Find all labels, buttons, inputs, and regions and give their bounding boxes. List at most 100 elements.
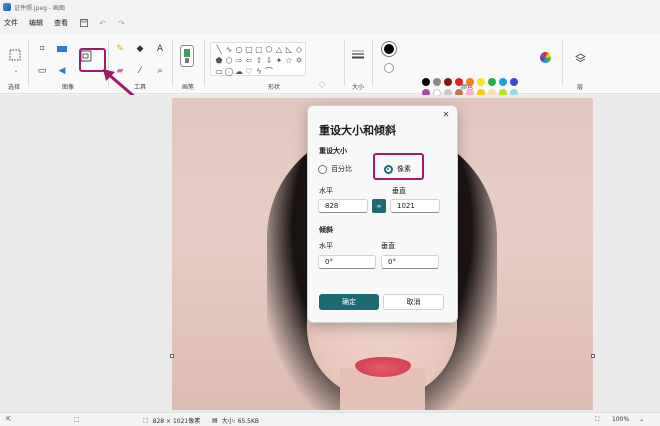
menu-edit[interactable]: 编辑 [29,18,43,28]
skew-vertical-input[interactable]: 0° [381,255,439,269]
misc-shape-icon[interactable]: ⌒ [264,66,274,77]
skew-horizontal-input[interactable]: 0° [318,255,376,269]
color-swatch[interactable] [476,77,485,86]
star4-shape-icon[interactable]: ✦ [274,55,284,66]
polygon-shape-icon[interactable]: ⬠ [264,44,274,55]
redo-icon[interactable]: ↷ [117,19,126,28]
width-input[interactable]: 828 [318,199,368,213]
chevron-down-icon[interactable]: ⌄ [639,416,644,423]
file-size-item: ▤ 大小: 65.5KB [212,416,259,425]
callout-oval-shape-icon[interactable]: ◯ [224,66,234,77]
menu-file[interactable]: 文件 [4,18,18,28]
save-icon[interactable] [79,19,88,28]
edit-colors-icon[interactable] [540,52,551,63]
rounded-rectangle-shape-icon[interactable]: ▢ [254,44,264,55]
chevron-down-icon[interactable]: ⌄ [10,64,22,76]
star5-shape-icon[interactable]: ☆ [284,55,294,66]
arrow-right-shape-icon[interactable]: ⇨ [234,55,244,66]
select-rectangle-icon[interactable] [8,48,22,62]
resize-skew-dialog: ✕ 重设大小和倾斜 重设大小 [307,105,458,323]
triangle-shape-icon[interactable]: △ [274,44,284,55]
percent-radio-label: 百分比 [331,165,352,173]
height-input[interactable]: 1021 [390,199,440,213]
vertical-label: 垂直 [392,187,406,195]
selection-group: ⌄ 选择 [0,34,28,94]
color-swatch[interactable] [454,77,463,86]
text-icon[interactable]: A [154,43,166,55]
cursor-position-icon: ⇱ [6,416,12,423]
paint-app-icon [3,3,11,11]
brushes-group-label: 画笔 [181,84,194,91]
resize-section-label: 重设大小 [319,147,347,155]
brush-icon[interactable] [180,45,194,67]
file-size: 大小: 65.5KB [221,418,260,425]
oval-shape-icon[interactable]: ○ [234,44,244,55]
crop-icon[interactable]: ⌗ [36,43,48,55]
fit-to-window-icon[interactable]: ⛶ [595,416,599,424]
status-bar: ⇱ ⬚ ⬚ 828 × 1021像素 ▤ 大小: 65.5KB ⛶ 100% ⌄ [0,412,660,426]
primary-color-swatch[interactable] [382,42,396,56]
canvas-size-item: ⬚ 828 × 1021像素 [143,416,200,425]
fill-bucket-icon[interactable]: ◆ [134,43,146,55]
menu-view[interactable]: 查看 [54,18,68,28]
hexagon-shape-icon[interactable]: ⬡ [224,55,234,66]
curve-shape-icon[interactable]: ∿ [224,44,234,55]
color-swatch[interactable] [465,77,474,86]
magnifier-icon[interactable]: ⌕ [154,65,166,77]
shapes-gallery[interactable]: ╲ ∿ ○ □ ▢ ⬠ △ ◺ ◇ ⬟ ⬡ ⇨ ⇦ ⇧ ⇩ ✦ ☆ ✡ ▭ ◯ … [210,42,306,76]
color-swatch[interactable] [509,77,518,86]
disk-icon: ▤ [212,417,218,424]
color-swatch[interactable] [443,77,452,86]
aspect-lock-icon[interactable]: ∞ [372,199,386,213]
outline-icon[interactable]: ◇ [316,79,328,91]
heart-shape-icon[interactable]: ♡ [244,66,254,77]
zoom-level[interactable]: 100% ⌄ [612,416,644,423]
skew-horizontal-label: 水平 [319,242,333,250]
callout-cloud-shape-icon[interactable]: ☁ [234,66,244,77]
callout-rect-shape-icon[interactable]: ▭ [214,66,224,77]
close-icon[interactable]: ✕ [441,110,451,120]
rotate-icon[interactable]: ◀ [56,65,68,77]
ok-button[interactable]: 确定 [319,294,379,310]
horizontal-label: 水平 [319,187,333,195]
menu-bar: 文件 编辑 查看 ↶ ↷ [0,14,660,32]
canvas-dimensions: 828 × 1021像素 [152,418,201,425]
canvas-size-icon: ⬚ [143,417,149,424]
resize-handle-left[interactable] [170,354,174,358]
radio-unchecked-icon[interactable] [318,164,327,174]
pixels-option-highlight [373,153,424,180]
undo-icon[interactable]: ↶ [98,19,107,28]
star6-shape-icon[interactable]: ✡ [294,55,304,66]
line-width-icon[interactable] [352,48,364,60]
color-swatch[interactable] [487,77,496,86]
pentagon-shape-icon[interactable]: ⬟ [214,55,224,66]
lightning-shape-icon[interactable]: ϟ [254,66,264,77]
pencil-icon[interactable]: ✎ [114,43,126,55]
percent-radio[interactable]: 百分比 [318,164,352,174]
diamond-shape-icon[interactable]: ◇ [294,44,304,55]
right-triangle-shape-icon[interactable]: ◺ [284,44,294,55]
brushes-group: 画笔 [172,34,204,94]
color-swatch[interactable] [421,77,430,86]
zoom-value: 100% [612,416,630,423]
arrow-up-shape-icon[interactable]: ⇧ [254,55,264,66]
secondary-color-swatch[interactable] [384,63,394,73]
skew-vertical-label: 垂直 [381,242,395,250]
resize-handle-right[interactable] [591,354,595,358]
layers-icon[interactable] [574,52,586,64]
rectangle-shape-icon[interactable]: □ [244,44,254,55]
layers-group: 层 [562,34,598,94]
image-flip-icon[interactable] [56,43,68,55]
image-group-label: 图像 [61,84,74,91]
select-all-icon[interactable]: ▭ [36,65,48,77]
line-shape-icon[interactable]: ╲ [214,44,224,55]
arrow-down-shape-icon[interactable]: ⇩ [264,55,274,66]
selection-group-label: 选择 [7,84,20,91]
cancel-button[interactable]: 取消 [383,294,444,310]
color-swatch[interactable] [432,77,441,86]
layers-group-label: 层 [576,84,583,91]
arrow-left-shape-icon[interactable]: ⇦ [244,55,254,66]
color-swatch[interactable] [498,77,507,86]
dialog-title: 重设大小和倾斜 [319,124,396,137]
skew-section-label: 倾斜 [319,226,333,234]
